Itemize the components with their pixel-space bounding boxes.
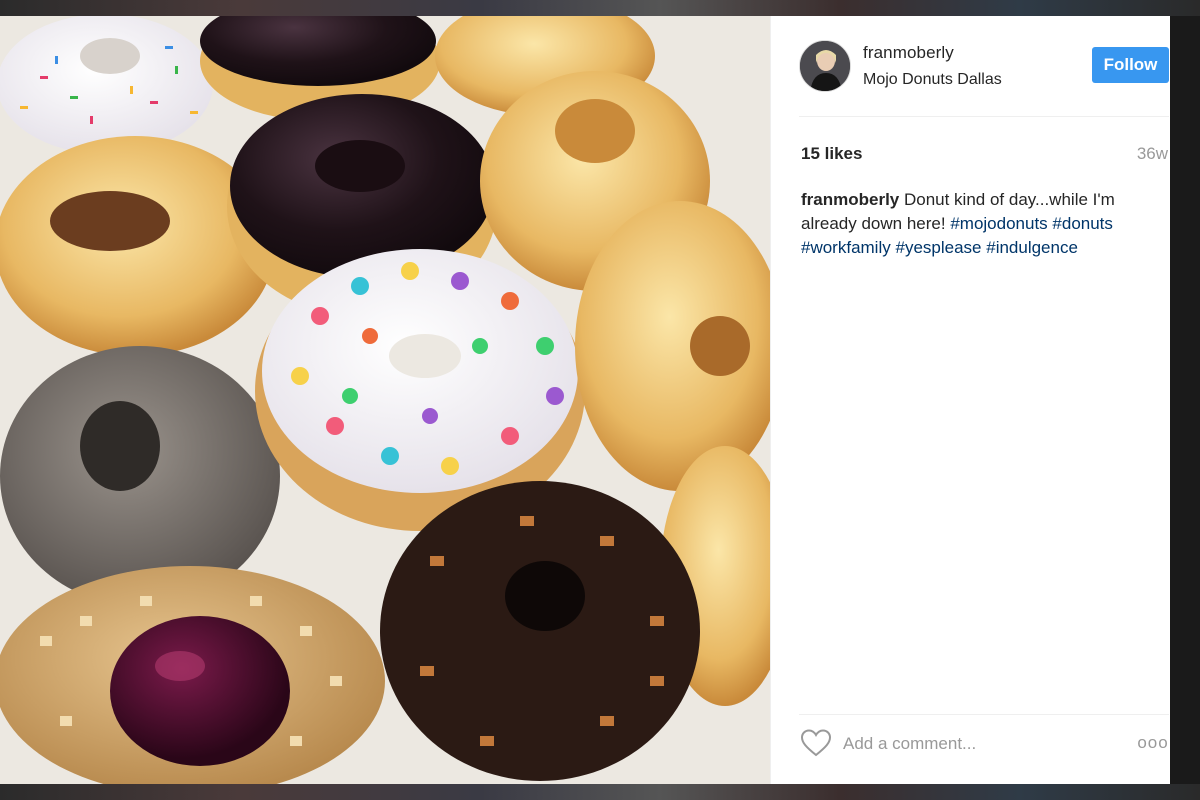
hashtag-link[interactable]: #donuts <box>1052 214 1113 233</box>
post-modal: franmoberly Mojo Donuts Dallas Follow 15… <box>0 16 1170 784</box>
heart-outline-icon[interactable] <box>800 728 832 758</box>
comment-bar: ooo <box>771 716 1171 784</box>
hashtag-link[interactable]: #workfamily <box>801 238 891 257</box>
avatar-image <box>800 41 850 91</box>
post-photo[interactable] <box>0 16 770 784</box>
backdrop-bottom <box>0 784 1200 800</box>
comment-input[interactable] <box>843 730 1093 758</box>
more-options-icon[interactable]: ooo <box>1135 731 1171 755</box>
backdrop-top <box>0 0 1200 16</box>
post-caption: franmoberly Donut kind of day...while I'… <box>801 188 1167 260</box>
follow-button[interactable]: Follow <box>1092 47 1169 83</box>
post-header: franmoberly Mojo Donuts Dallas Follow <box>771 16 1171 116</box>
donut-photo-illustration <box>0 16 770 784</box>
hashtag-link[interactable]: #indulgence <box>986 238 1078 257</box>
header-divider <box>799 116 1169 117</box>
caption-username[interactable]: franmoberly <box>801 190 899 209</box>
post-sidebar: franmoberly Mojo Donuts Dallas Follow 15… <box>770 16 1170 784</box>
likes-count[interactable]: 15 likes <box>801 144 862 164</box>
location-link[interactable]: Mojo Donuts Dallas <box>863 71 1002 89</box>
avatar[interactable] <box>799 40 851 92</box>
post-age[interactable]: 36w <box>1137 144 1168 164</box>
username[interactable]: franmoberly <box>863 43 954 63</box>
hashtag-link[interactable]: #mojodonuts <box>950 214 1047 233</box>
comment-divider <box>799 714 1169 715</box>
hashtag-link[interactable]: #yesplease <box>895 238 981 257</box>
